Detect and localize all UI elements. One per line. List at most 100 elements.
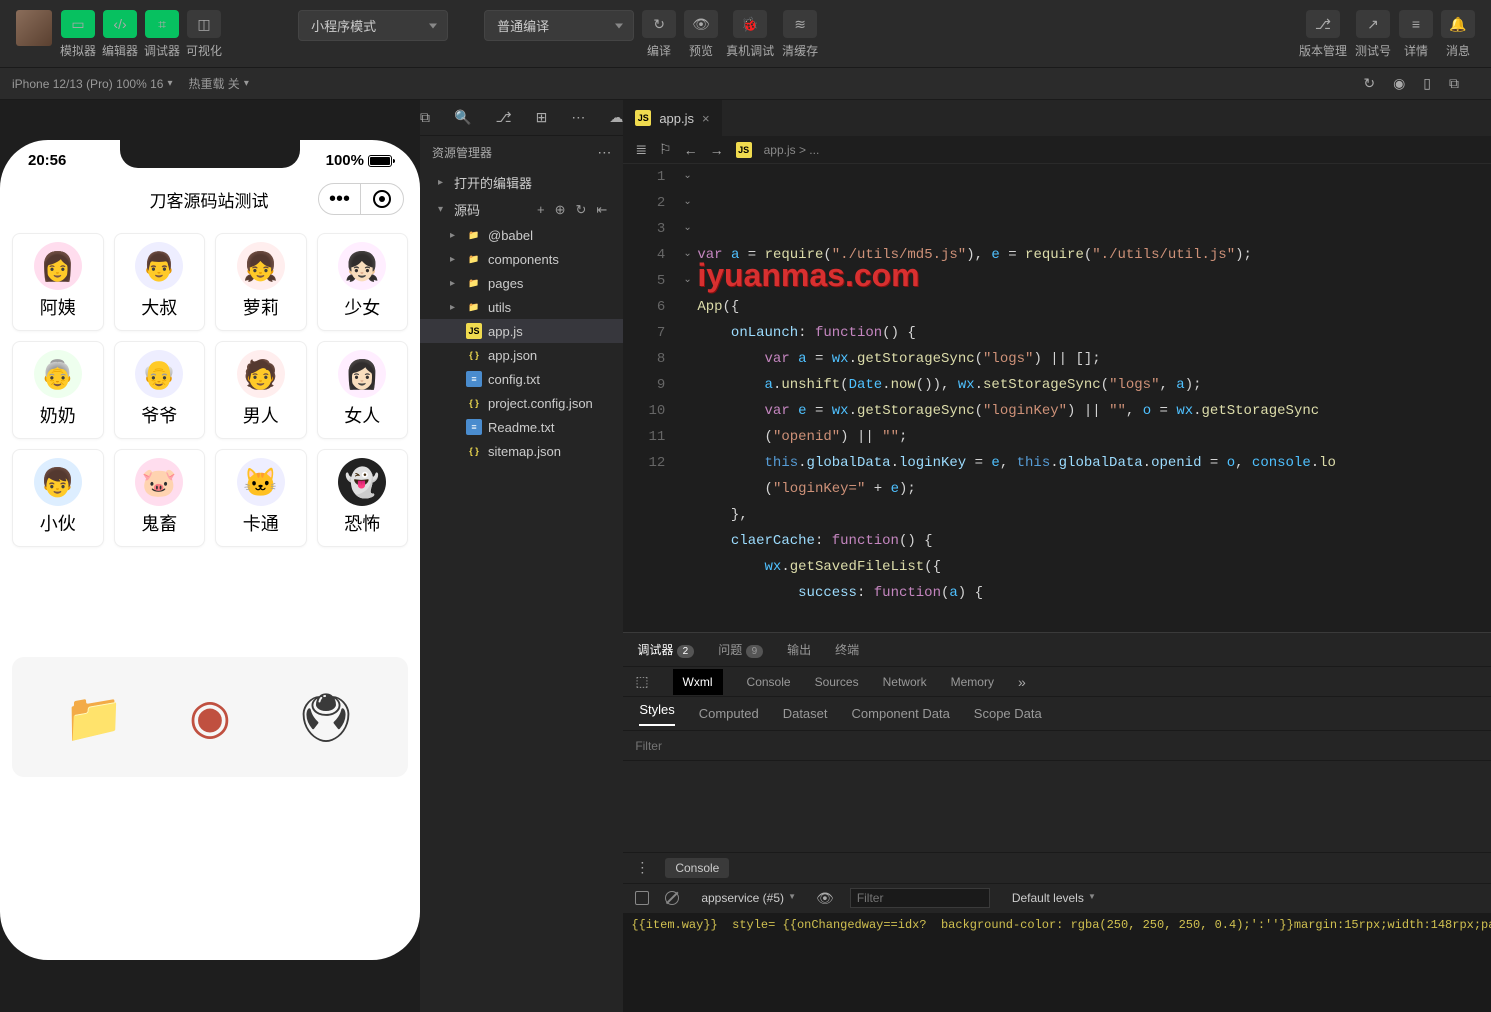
breadcrumb-text: app.js > ... bbox=[764, 143, 820, 157]
dt-tab-debugger[interactable]: 调试器 2 bbox=[635, 641, 696, 658]
grid-item[interactable]: 👩阿姨 bbox=[12, 233, 104, 331]
cloud-icon[interactable]: ☁ bbox=[609, 109, 623, 126]
capsule-more-button[interactable]: ••• bbox=[319, 184, 361, 214]
branch-icon[interactable]: ⎇ bbox=[495, 109, 511, 126]
tree-item[interactable]: JSapp.js bbox=[420, 319, 623, 343]
grid-item[interactable]: 👧 萝莉 bbox=[215, 233, 307, 331]
dt-tab-issues[interactable]: 问题 9 bbox=[716, 641, 765, 658]
dt-subtab-memory[interactable]: Memory bbox=[951, 675, 994, 689]
real-debug-label: 真机调试 bbox=[726, 42, 774, 59]
styles-tab-computed[interactable]: Computed bbox=[699, 706, 759, 721]
project-thumbnail[interactable] bbox=[16, 10, 52, 46]
tree-item[interactable]: ≡Readme.txt bbox=[420, 415, 623, 439]
grid-item[interactable]: 👨大叔 bbox=[114, 233, 206, 331]
details-button[interactable]: ≡ bbox=[1399, 10, 1433, 38]
dt-subtab-console[interactable]: Console bbox=[747, 675, 791, 689]
mode-select[interactable]: 小程序模式 bbox=[298, 10, 448, 41]
clear-cache-button[interactable]: ≋ bbox=[783, 10, 817, 38]
avatar-icon: 👧 bbox=[237, 242, 285, 290]
new-folder-icon[interactable]: ⊕ bbox=[555, 202, 566, 218]
grid-item[interactable]: 🐱卡通 bbox=[215, 449, 307, 547]
play-icon[interactable] bbox=[635, 891, 649, 905]
visualize-button[interactable]: ◫ bbox=[187, 10, 221, 38]
folder-icon[interactable]: 📁 bbox=[58, 681, 130, 753]
styles-filter-input[interactable] bbox=[635, 739, 1491, 753]
grid-item[interactable]: 🐷鬼畜 bbox=[114, 449, 206, 547]
device-select[interactable]: iPhone 12/13 (Pro) 100% 16 bbox=[12, 77, 172, 91]
search-icon[interactable]: 🔍 bbox=[454, 109, 471, 126]
record-icon[interactable]: ◉ bbox=[1393, 75, 1405, 92]
levels-select[interactable]: Default levels bbox=[1006, 889, 1100, 907]
tree-item[interactable]: ▸📁utils bbox=[420, 295, 623, 319]
dt-tab-terminal[interactable]: 终端 bbox=[833, 641, 861, 658]
grid-item[interactable]: 🧑男人 bbox=[215, 341, 307, 439]
grid-item[interactable]: 👩🏻女人 bbox=[317, 341, 409, 439]
compile-button[interactable]: ↻ bbox=[642, 10, 676, 38]
tab-close-icon[interactable]: × bbox=[702, 111, 710, 126]
list-icon[interactable]: ≣ bbox=[635, 141, 647, 158]
tree-item[interactable]: ≡config.txt bbox=[420, 367, 623, 391]
device-icon[interactable]: 🖲 bbox=[290, 681, 362, 753]
new-file-icon[interactable]: + bbox=[537, 202, 545, 218]
dt-tab-output[interactable]: 输出 bbox=[785, 641, 813, 658]
refresh-tree-icon[interactable]: ↻ bbox=[576, 202, 587, 218]
tree-item[interactable]: { }app.json bbox=[420, 343, 623, 367]
dt-subtab-network[interactable]: Network bbox=[883, 675, 927, 689]
version-mgmt-button[interactable]: ⎇ bbox=[1306, 10, 1340, 38]
collapse-tree-icon[interactable]: ⇤ bbox=[596, 202, 607, 218]
grid-item[interactable]: 👵奶奶 bbox=[12, 341, 104, 439]
compile-select[interactable]: 普通编译 bbox=[484, 10, 634, 41]
styles-tab-dataset[interactable]: Dataset bbox=[783, 706, 828, 721]
eye-icon[interactable]: 👁 bbox=[816, 890, 834, 907]
preview-button[interactable]: 👁 bbox=[684, 10, 718, 38]
forward-icon[interactable]: → bbox=[710, 142, 724, 158]
clear-console-icon[interactable] bbox=[665, 891, 679, 905]
real-debug-button[interactable]: 🐞 bbox=[733, 10, 767, 38]
inspect-icon[interactable]: ⬚ bbox=[635, 673, 648, 690]
messages-button[interactable]: 🔔 bbox=[1441, 10, 1475, 38]
bookmark-icon[interactable]: ⚐ bbox=[659, 141, 672, 158]
avatar-icon: 👴 bbox=[135, 350, 183, 398]
styles-tab-styles[interactable]: Styles bbox=[639, 702, 674, 726]
styles-tab-component[interactable]: Component Data bbox=[852, 706, 950, 721]
explorer-more-icon[interactable]: ⋯ bbox=[597, 144, 611, 161]
styles-tab-scope[interactable]: Scope Data bbox=[974, 706, 1042, 721]
test-id-button[interactable]: ↗ bbox=[1356, 10, 1390, 38]
open-editors-section[interactable]: ▸ 打开的编辑器 bbox=[420, 169, 623, 196]
simulator-button[interactable]: ▭ bbox=[61, 10, 95, 38]
console-filter-input[interactable] bbox=[850, 888, 990, 908]
debugger-button[interactable]: ⌗ bbox=[145, 10, 179, 38]
extensions-icon[interactable]: ⊞ bbox=[536, 109, 548, 126]
back-icon[interactable]: ← bbox=[684, 142, 698, 158]
console-drawer-button[interactable]: Console bbox=[665, 858, 729, 878]
editor-tab[interactable]: JS app.js × bbox=[623, 100, 721, 136]
grid-item[interactable]: 👧🏻少女 bbox=[317, 233, 409, 331]
refresh-icon[interactable]: ↻ bbox=[1363, 75, 1375, 92]
tree-item[interactable]: ▸📁@babel bbox=[420, 223, 623, 247]
record-circle-icon[interactable]: ◉ bbox=[174, 681, 246, 753]
hot-reload-select[interactable]: 热重载 关 bbox=[188, 75, 248, 92]
dt-subtab-sources[interactable]: Sources bbox=[815, 675, 859, 689]
tree-item[interactable]: ▸📁pages bbox=[420, 271, 623, 295]
phone-icon[interactable]: ▯ bbox=[1423, 75, 1431, 92]
more-subtabs-icon[interactable]: » bbox=[1018, 674, 1026, 690]
grid-item[interactable]: 👴爷爷 bbox=[114, 341, 206, 439]
copy-icon[interactable]: ⧉ bbox=[1449, 75, 1459, 92]
editor-button[interactable]: ‹/› bbox=[103, 10, 137, 38]
files-icon[interactable]: ⧉ bbox=[420, 109, 430, 126]
source-section[interactable]: ▾ 源码 + ⊕ ↻ ⇤ bbox=[420, 196, 623, 223]
tree-item-label: components bbox=[488, 252, 559, 267]
tree-item[interactable]: { }project.config.json bbox=[420, 391, 623, 415]
tree-item[interactable]: ▸📁components bbox=[420, 247, 623, 271]
dt-subtab-wxml[interactable]: Wxml bbox=[673, 669, 723, 695]
context-select[interactable]: appservice (#5) bbox=[695, 889, 800, 907]
grid-item[interactable]: 👻恐怖 bbox=[317, 449, 409, 547]
tree-item[interactable]: { }sitemap.json bbox=[420, 439, 623, 463]
more-icon[interactable]: ⋯ bbox=[571, 109, 585, 126]
console-menu-icon[interactable]: ⋮ bbox=[635, 859, 649, 876]
code-editor[interactable]: 123456789101112 ⌄⌄⌄⌄⌄ iyuanmas.com var a… bbox=[623, 164, 1491, 632]
capsule-close-button[interactable] bbox=[361, 184, 403, 214]
grid-label: 萝莉 bbox=[243, 294, 279, 320]
top-toolbar: ▭ 模拟器 ‹/› 编辑器 ⌗ 调试器 ◫ 可视化 小程序模式 普通编译 ↻ 编… bbox=[0, 0, 1491, 68]
grid-item[interactable]: 👦小伙 bbox=[12, 449, 104, 547]
